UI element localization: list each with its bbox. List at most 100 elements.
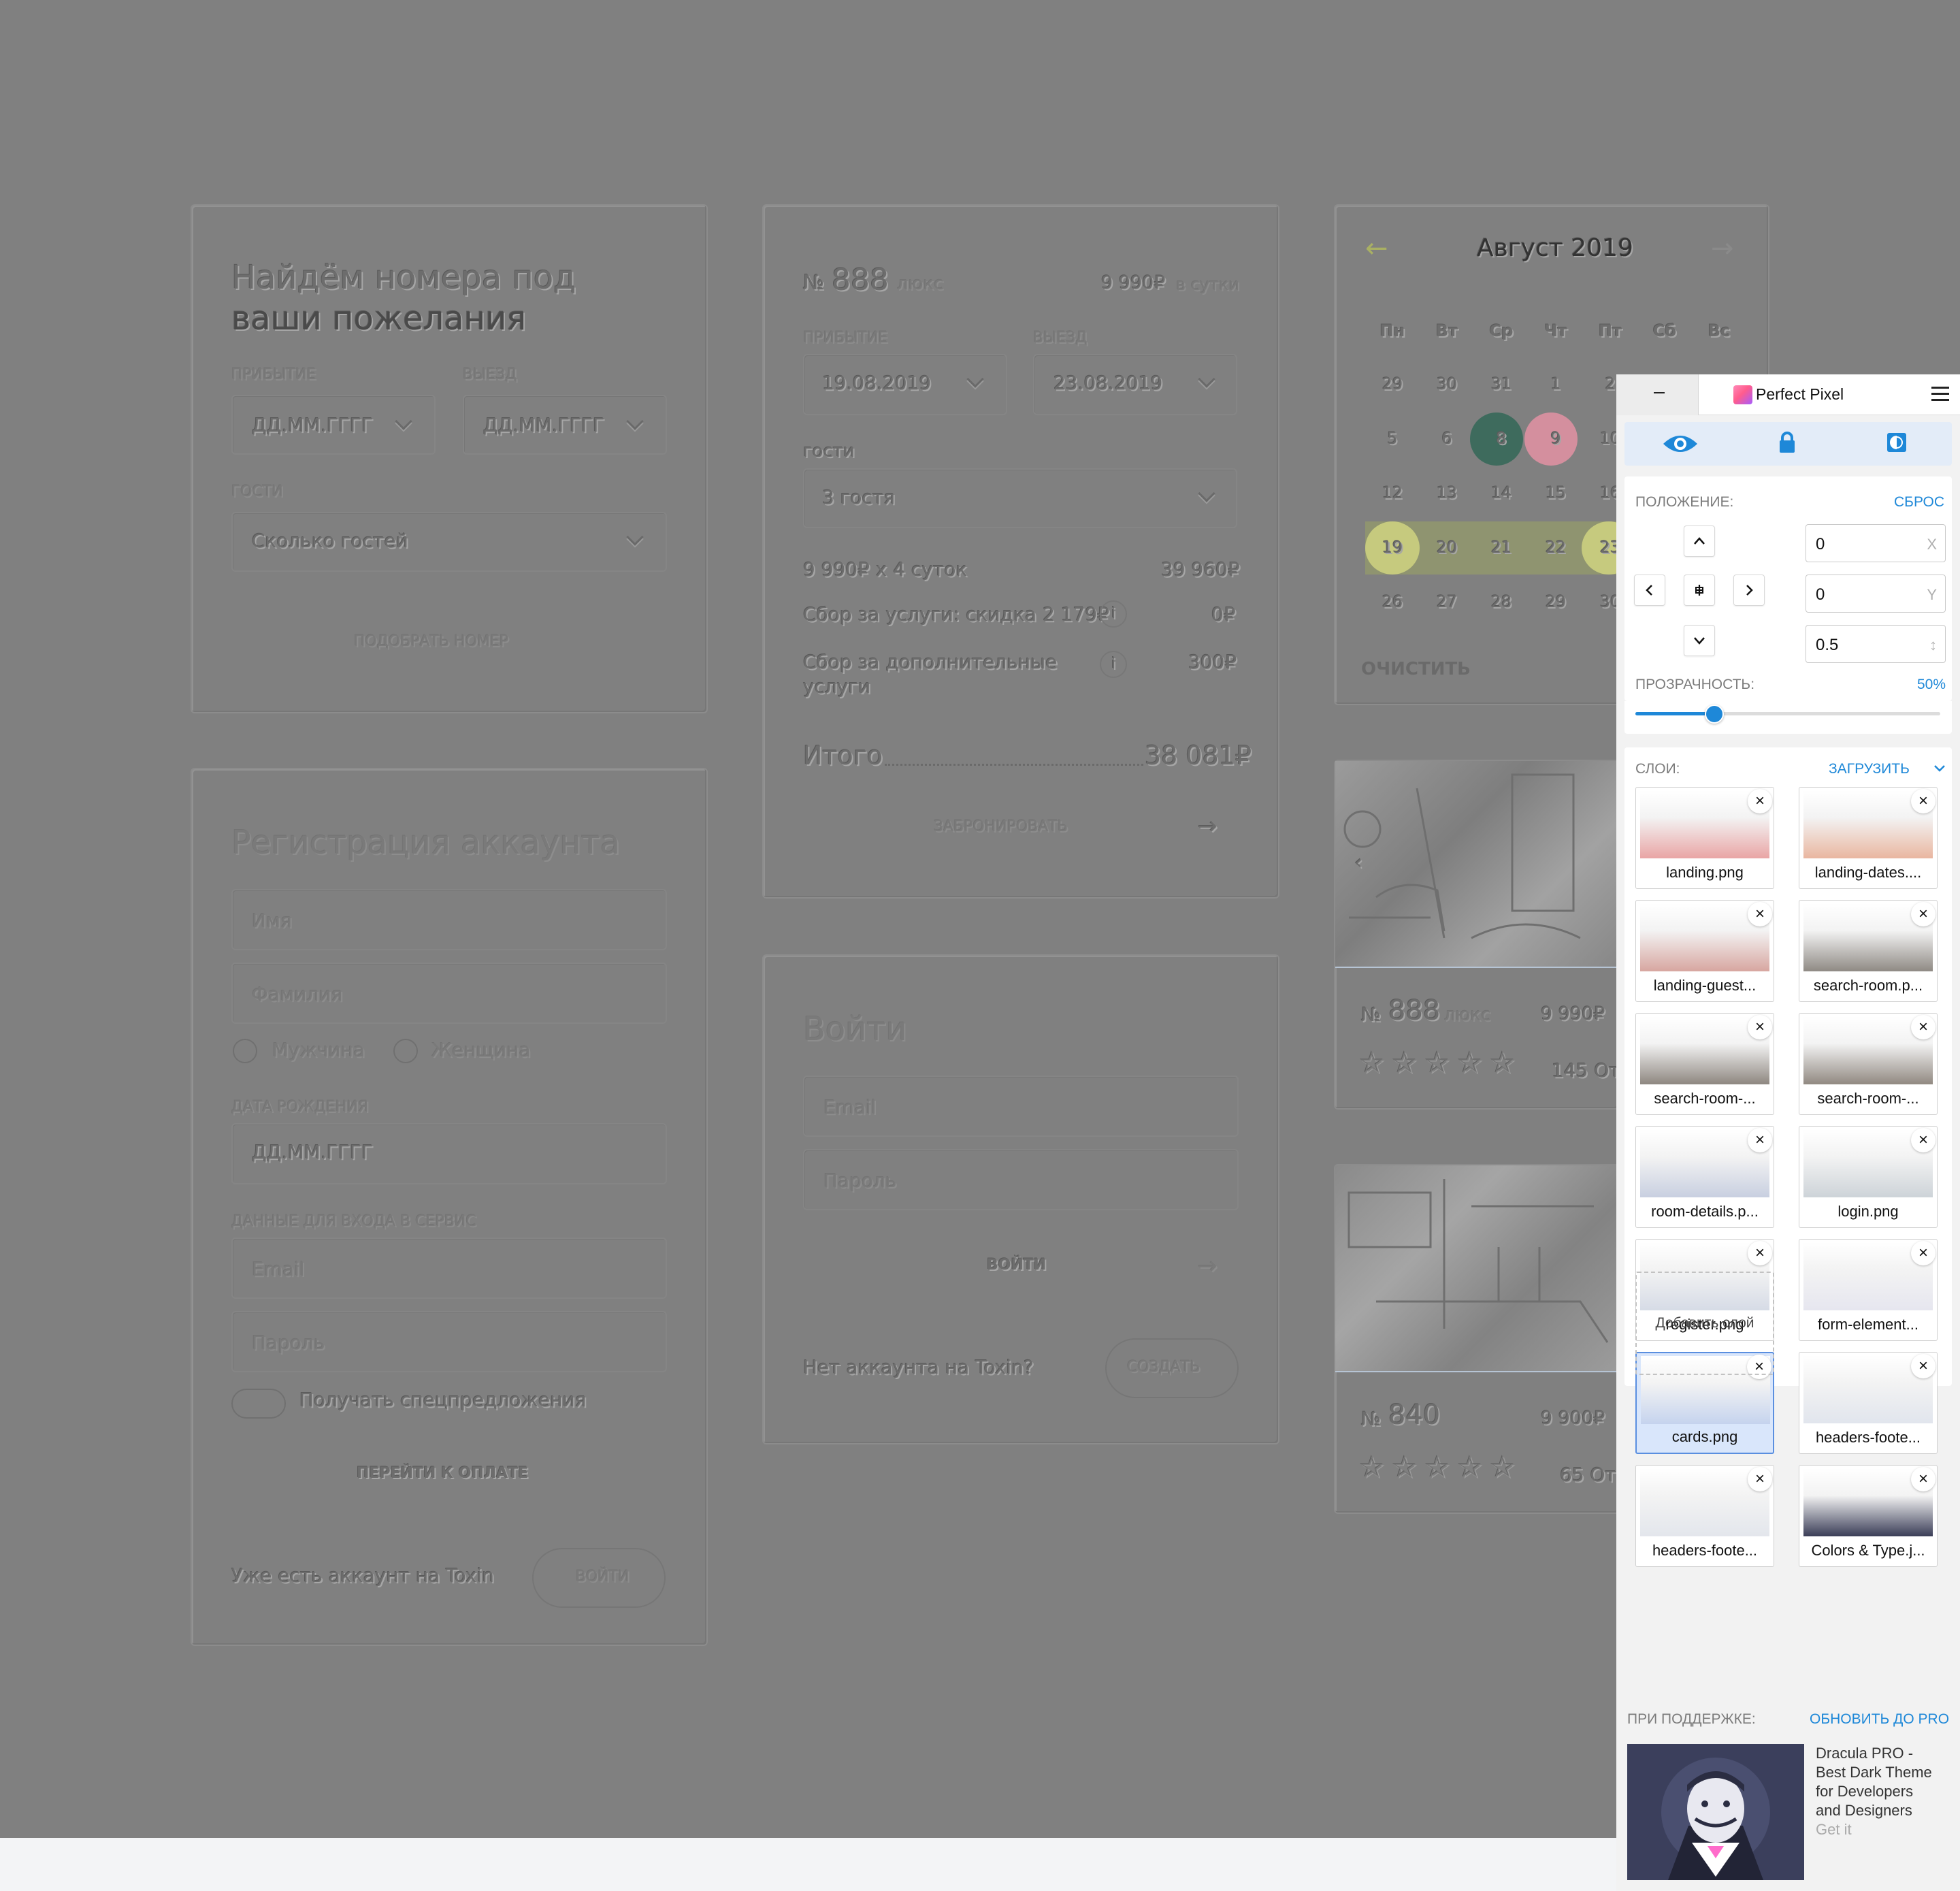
dob-placeholder: ДД.ММ.ГГГГ [252, 1141, 374, 1163]
pp-reset-button[interactable]: СБРОС [1894, 494, 1944, 511]
layer-thumbnail[interactable]: headers-foote... × [1635, 1465, 1774, 1567]
remove-layer-icon[interactable]: × [1748, 902, 1772, 926]
chevron-down-icon [1694, 637, 1705, 645]
calendar-day[interactable]: 29 [1529, 592, 1583, 611]
calendar-day[interactable]: 5 [1365, 429, 1420, 448]
center-button[interactable] [1684, 575, 1715, 606]
remove-layer-icon[interactable]: × [1748, 1015, 1772, 1039]
search-submit-button[interactable]: подобрать номер [354, 633, 508, 650]
remove-layer-icon[interactable]: × [1748, 789, 1772, 813]
pp-opacity-label: ПРОЗРАЧНОСТЬ: [1635, 677, 1755, 692]
calendar-day[interactable]: 8 [1474, 429, 1529, 448]
calendar-next-icon[interactable]: → [1711, 233, 1734, 264]
female-radio[interactable] [393, 1039, 418, 1063]
info-icon[interactable]: i [1100, 600, 1127, 628]
move-down-button[interactable] [1684, 625, 1715, 656]
eye-icon[interactable] [1662, 433, 1699, 455]
promo-line-4: and Designers [1816, 1802, 1912, 1819]
layer-thumbnail[interactable]: form-element... × [1799, 1239, 1938, 1341]
pp-opacity-value: 50% [1917, 677, 1946, 692]
move-right-button[interactable] [1733, 575, 1765, 606]
remove-layer-icon[interactable]: × [1911, 789, 1936, 813]
calendar-day[interactable]: 31 [1474, 374, 1529, 393]
calendar-day[interactable]: 27 [1420, 592, 1474, 611]
layer-thumbnail[interactable]: landing-dates.... × [1799, 787, 1938, 889]
pp-y-input[interactable]: 0 Y [1806, 575, 1946, 613]
layer-thumbnail[interactable]: landing.png × [1635, 787, 1774, 889]
move-up-button[interactable] [1684, 526, 1715, 557]
layer-thumbnail[interactable]: room-details.p... × [1635, 1126, 1774, 1228]
male-radio[interactable] [233, 1039, 257, 1063]
calendar-day[interactable]: 22 [1529, 538, 1583, 557]
info-icon[interactable]: i [1100, 651, 1127, 678]
invert-colors-icon[interactable] [1886, 432, 1908, 453]
layer-thumbnail[interactable]: search-room.p... × [1799, 900, 1938, 1002]
hamburger-menu-icon[interactable] [1931, 387, 1949, 402]
room-card-2-number: 840 [1388, 1400, 1441, 1431]
register-login-label: войти [576, 1568, 630, 1585]
calendar-day[interactable]: 29 [1365, 374, 1420, 393]
remove-layer-icon[interactable]: × [1911, 902, 1936, 926]
opacity-slider-knob[interactable] [1705, 705, 1724, 724]
calendar-day[interactable]: 1 [1529, 374, 1583, 393]
pp-upload-button[interactable]: ЗАГРУЗИТЬ [1829, 761, 1910, 777]
calendar-day[interactable]: 28 [1474, 592, 1529, 611]
calendar-day[interactable]: 14 [1474, 483, 1529, 502]
remove-layer-icon[interactable]: × [1748, 1128, 1772, 1152]
dracula-promo-image[interactable] [1627, 1744, 1804, 1880]
pp-upgrade-link[interactable]: ОБНОВИТЬ ДО PRO [1810, 1711, 1949, 1728]
layer-thumbnail[interactable]: search-room-... × [1635, 1013, 1774, 1115]
remove-layer-icon[interactable]: × [1911, 1015, 1936, 1039]
arrow-forward-icon: → [1198, 1252, 1218, 1280]
calendar-day[interactable]: 15 [1529, 483, 1583, 502]
booking-departure-label: выезд [1033, 329, 1088, 346]
departure-label: выезд [463, 366, 517, 383]
pp-scale-value: 0.5 [1816, 636, 1839, 654]
layer-thumbnail[interactable]: landing-guest... × [1635, 900, 1774, 1002]
calendar-day[interactable]: 20 [1420, 538, 1474, 557]
calendar-prev-icon[interactable]: ← [1365, 233, 1388, 264]
lock-icon[interactable] [1778, 432, 1796, 453]
calendar-day[interactable]: 21 [1474, 538, 1529, 557]
calendar-clear-button[interactable]: очистить [1361, 659, 1471, 679]
layer-name: headers-foote... [1815, 1429, 1921, 1446]
promo-cta-link[interactable]: Get it [1816, 1820, 1952, 1839]
calendar-day[interactable]: 13 [1420, 483, 1474, 502]
booking-submit-button[interactable]: забронировать [934, 818, 1068, 835]
layer-name: landing-guest... [1653, 977, 1757, 994]
calendar-weekday: Пн [1379, 321, 1405, 340]
booking-line1-label: 9 990₽ х 4 суток [803, 558, 968, 581]
remove-layer-icon[interactable]: × [1911, 1241, 1936, 1265]
layer-thumbnail[interactable]: headers-foote... × [1799, 1352, 1938, 1454]
star-icon: ☆ [1424, 1450, 1451, 1485]
calendar-day[interactable]: 19 [1365, 538, 1420, 557]
calendar-day[interactable]: 30 [1420, 374, 1474, 393]
calendar-day[interactable]: 6 [1420, 429, 1474, 448]
calendar-day[interactable]: 9 [1529, 429, 1583, 448]
layer-name: landing.png [1666, 864, 1744, 881]
move-left-button[interactable] [1634, 575, 1665, 606]
calendar-day[interactable]: 26 [1365, 592, 1420, 611]
pp-minimize-button[interactable] [1616, 374, 1699, 415]
calendar-weekday: Вс [1708, 321, 1731, 340]
layer-thumbnail[interactable]: Colors & Type.j... × [1799, 1465, 1938, 1567]
calendar-day[interactable]: 12 [1365, 483, 1420, 502]
login-submit-button[interactable]: войти [987, 1257, 1046, 1274]
layer-thumbnail[interactable]: search-room-... × [1799, 1013, 1938, 1115]
remove-layer-icon[interactable]: × [1911, 1128, 1936, 1152]
pp-x-input[interactable]: 0 X [1806, 524, 1946, 562]
pp-add-layer-button[interactable]: Добавить слой [1635, 1272, 1774, 1375]
calendar-weekday: Сб [1652, 321, 1677, 340]
remove-layer-icon[interactable]: × [1911, 1354, 1936, 1378]
booking-departure-value: 23.08.2019 [1054, 372, 1163, 394]
booking-room-prefix: № [803, 271, 825, 295]
carousel-prev-icon[interactable]: ‹ [1354, 851, 1362, 875]
register-submit-button[interactable]: перейти к оплате [357, 1465, 528, 1482]
pp-scale-input[interactable]: 0.5 ↕ [1806, 625, 1946, 663]
layer-thumbnail[interactable]: login.png × [1799, 1126, 1938, 1228]
remove-layer-icon[interactable]: × [1748, 1467, 1772, 1491]
remove-layer-icon[interactable]: × [1911, 1467, 1936, 1491]
offers-toggle[interactable] [231, 1389, 286, 1419]
first-name-input[interactable] [231, 889, 667, 950]
remove-layer-icon[interactable]: × [1748, 1241, 1772, 1265]
